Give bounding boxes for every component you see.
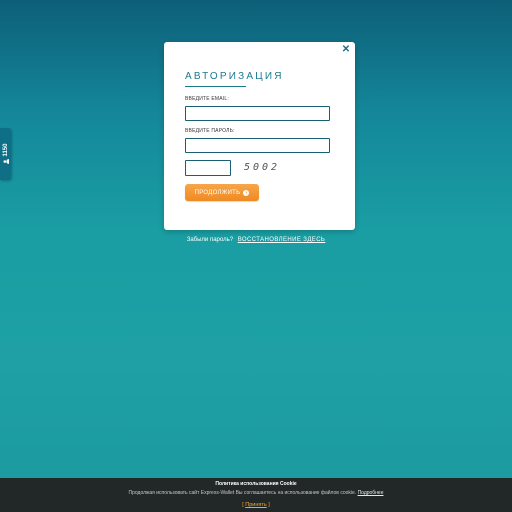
side-tab-count: 1150 <box>2 143 9 157</box>
forgot-password-row: Забыли пароль? ВОССТАНОВЛЕНИЕ ЗДЕСЬ <box>0 237 512 243</box>
continue-button-label: ПРОДОЛЖИТЬ <box>194 189 241 196</box>
cookie-accept-row: [ Принять ] <box>0 502 512 508</box>
continue-button[interactable]: ПРОДОЛЖИТЬ › <box>185 184 259 201</box>
cookie-more-link[interactable]: Подробнее <box>358 490 384 496</box>
side-online-tab[interactable]: 1150 <box>0 128 11 180</box>
arrow-right-icon: › <box>243 189 250 196</box>
modal-title: АВТОРИЗАЦИЯ <box>185 71 284 82</box>
cookie-title: Политика использования Cookie <box>215 481 297 487</box>
cookie-text-row: Продолжая использовать сайт Express-Wall… <box>0 490 512 496</box>
captcha-image: 5002 <box>244 162 281 173</box>
user-icon <box>2 159 9 164</box>
close-icon[interactable]: ✕ <box>341 45 351 55</box>
cookie-bracket-open: [ <box>242 502 244 508</box>
email-label: ВВЕДИТЕ EMAIL: <box>185 96 229 102</box>
login-modal: ✕ АВТОРИЗАЦИЯ ВВЕДИТЕ EMAIL: ВВЕДИТЕ ПАР… <box>164 42 355 230</box>
captcha-input[interactable] <box>185 160 231 176</box>
forgot-password-question: Забыли пароль? <box>186 237 234 243</box>
cookie-accept-button[interactable]: Принять <box>245 502 266 508</box>
cookie-banner: Политика использования Cookie Продолжая … <box>0 478 512 512</box>
email-field[interactable] <box>185 106 330 121</box>
password-field[interactable] <box>185 138 330 153</box>
side-tab-content: 1150 <box>3 143 9 164</box>
restore-password-link[interactable]: ВОССТАНОВЛЕНИЕ ЗДЕСЬ <box>238 237 326 243</box>
password-label: ВВЕДИТЕ ПАРОЛЬ: <box>185 128 235 134</box>
cookie-text: Продолжая использовать сайт Express-Wall… <box>128 490 357 496</box>
cookie-bracket-close: ] <box>268 502 270 508</box>
title-underline <box>185 86 246 87</box>
